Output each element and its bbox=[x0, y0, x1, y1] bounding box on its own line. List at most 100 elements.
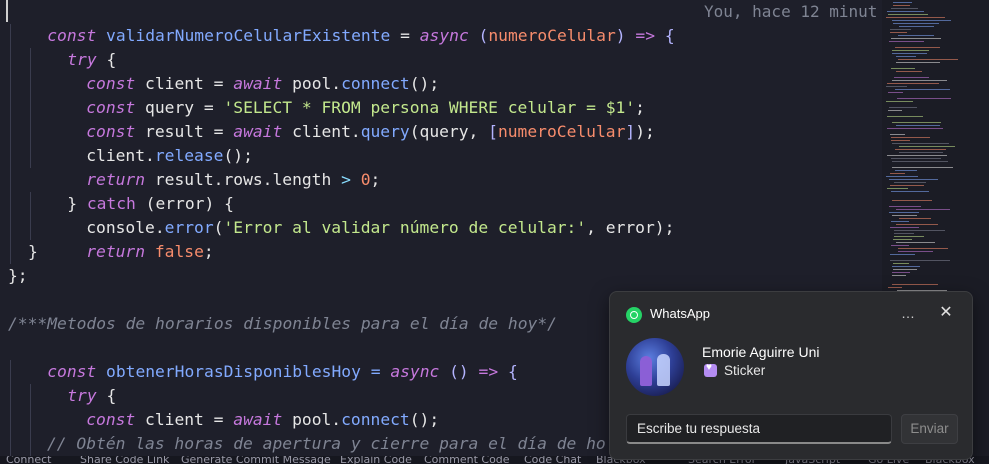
code-line-8[interactable]: } catch (error) { bbox=[28, 168, 234, 213]
string-token: 'Error al validar número de celular:' bbox=[223, 218, 587, 237]
minimap-line bbox=[898, 251, 933, 253]
method-token: connect bbox=[341, 410, 410, 429]
minimap-line bbox=[896, 242, 935, 244]
whatsapp-notification[interactable]: WhatsApp … ✕ Emorie Aguirre Uni Sticker … bbox=[609, 291, 973, 460]
minimap-line bbox=[890, 227, 919, 229]
minimap-line bbox=[898, 248, 948, 250]
status-item-comment-code[interactable]: Comment Code bbox=[424, 456, 510, 464]
status-item-code-chat[interactable]: Code Chat bbox=[524, 456, 581, 464]
more-options-icon[interactable]: … bbox=[896, 302, 920, 324]
code-token: () bbox=[439, 362, 479, 381]
code-line-11[interactable]: } bbox=[28, 240, 38, 264]
minimap-line bbox=[894, 233, 914, 235]
minimap-line bbox=[896, 56, 916, 58]
minimap-line bbox=[899, 146, 955, 148]
minimap-line bbox=[894, 182, 926, 184]
code-token: (); bbox=[409, 410, 440, 429]
method-token: query bbox=[360, 122, 410, 141]
code-line-5[interactable]: const result = await client.query(query,… bbox=[47, 96, 655, 141]
git-blame-annotation: You, hace 12 minut bbox=[704, 2, 878, 21]
reply-input[interactable] bbox=[626, 414, 892, 444]
keyword-token: async bbox=[419, 26, 469, 45]
code-line-17[interactable]: const client = await pool.connect(); bbox=[47, 384, 439, 429]
minimap-line bbox=[893, 5, 910, 7]
code-token: ; bbox=[370, 170, 381, 189]
status-item-share-code-link[interactable]: Share Code Link bbox=[80, 456, 169, 464]
minimap-line bbox=[891, 8, 918, 10]
minimap-line bbox=[890, 260, 950, 262]
code-line-14[interactable]: /***Metodos de horarios disponibles para… bbox=[8, 312, 557, 336]
minimap-line bbox=[892, 272, 910, 274]
minimap-line bbox=[896, 71, 922, 73]
minimap-line bbox=[892, 167, 953, 169]
minimap-line bbox=[887, 11, 924, 13]
keyword-token: const bbox=[86, 410, 136, 429]
minimap-line bbox=[888, 92, 903, 94]
code-token: ] bbox=[625, 122, 636, 141]
minimap-line bbox=[889, 107, 917, 109]
code-line-6[interactable]: client.release(); bbox=[47, 120, 253, 165]
minimap-line bbox=[898, 59, 958, 61]
code-line-7[interactable]: return result.rows.length > 0; bbox=[47, 144, 380, 189]
code-line-10[interactable]: return false; bbox=[47, 216, 213, 261]
send-button[interactable]: Enviar bbox=[901, 414, 958, 444]
code-line-16[interactable]: try { bbox=[28, 360, 116, 405]
minimap-line bbox=[893, 269, 917, 271]
minimap-line bbox=[895, 170, 917, 172]
minimap-line bbox=[891, 137, 930, 139]
code-line-19[interactable]: // Obtén las horas de apertura y cierre … bbox=[47, 432, 606, 456]
minimap-line bbox=[895, 89, 950, 91]
minimap-line bbox=[892, 80, 947, 82]
code-token: { bbox=[498, 362, 518, 381]
close-icon[interactable]: ✕ bbox=[934, 302, 958, 324]
minimap-line bbox=[892, 275, 906, 277]
minimap-line bbox=[890, 134, 905, 136]
minimap-line bbox=[893, 2, 912, 4]
minimap-line bbox=[889, 179, 938, 181]
minimap-line bbox=[891, 140, 910, 142]
minimap-line bbox=[892, 122, 941, 124]
minimap-line bbox=[888, 110, 902, 112]
status-item-connect[interactable]: Connect bbox=[6, 456, 51, 464]
minimap-line bbox=[886, 17, 945, 19]
minimap-line bbox=[887, 188, 908, 190]
sender-name: Emorie Aguirre Uni bbox=[702, 344, 820, 360]
code-token: client = bbox=[135, 410, 234, 429]
code-token: (query, bbox=[409, 122, 489, 141]
code-token: ; bbox=[203, 242, 214, 261]
minimap-line bbox=[890, 185, 924, 187]
minimap-line bbox=[896, 62, 940, 64]
minimap-line bbox=[891, 158, 941, 160]
number-token: 0 bbox=[360, 170, 371, 189]
minimap-line bbox=[893, 239, 912, 241]
minimap-line bbox=[894, 236, 924, 238]
minimap-line bbox=[889, 41, 924, 43]
code-line-12[interactable]: }; bbox=[8, 264, 28, 288]
minimap-line bbox=[893, 263, 909, 265]
minimap-line bbox=[887, 155, 947, 157]
code-line-15[interactable]: const obtenerHorasDisponiblesHoy = async… bbox=[8, 336, 518, 381]
minimap-line bbox=[899, 26, 934, 28]
minimap-line bbox=[886, 101, 913, 103]
minimap-line bbox=[892, 20, 951, 22]
code-line-3[interactable]: const client = await pool.connect(); bbox=[47, 48, 439, 93]
minimap-line bbox=[899, 152, 943, 154]
minimap-line bbox=[891, 221, 909, 223]
code-line-1[interactable]: const validarNumeroCelularExistente = as… bbox=[8, 0, 674, 45]
status-item-generate-commit[interactable]: Generate Commit Message bbox=[181, 456, 331, 464]
whatsapp-icon bbox=[626, 307, 642, 323]
function-name-token: validarNumeroCelularExistente bbox=[106, 26, 391, 45]
code-token: client. bbox=[282, 122, 361, 141]
minimap-line bbox=[890, 173, 905, 175]
code-line-2[interactable]: try { bbox=[28, 24, 116, 69]
parameter-token: numeroCelular bbox=[488, 26, 616, 45]
arrow-token: => bbox=[635, 26, 656, 45]
minimap-line bbox=[891, 245, 909, 247]
keyword-token: async bbox=[390, 362, 440, 381]
minimap-line bbox=[886, 86, 907, 88]
minimap-line bbox=[887, 128, 943, 130]
minimap-line bbox=[890, 32, 907, 34]
status-item-explain-code[interactable]: Explain Code bbox=[340, 456, 412, 464]
code-line-9[interactable]: console.error('Error al validar número d… bbox=[47, 192, 674, 237]
code-line-4[interactable]: const query = 'SELECT * FROM persona WHE… bbox=[47, 72, 645, 117]
